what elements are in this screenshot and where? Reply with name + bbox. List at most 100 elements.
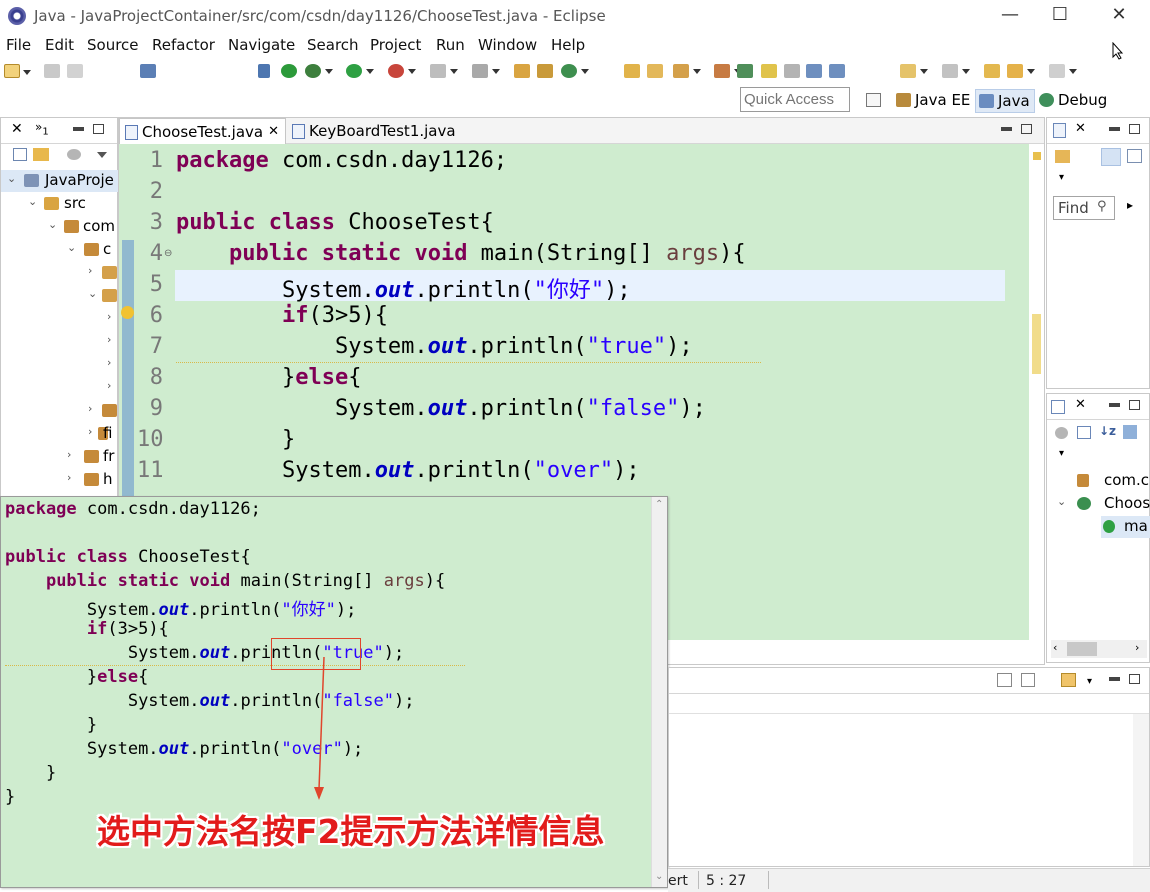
maximize-view-icon[interactable] — [1129, 124, 1140, 134]
collapse-all-icon[interactable] — [1077, 426, 1091, 439]
scroll-up-icon[interactable]: ⌃ — [655, 499, 663, 510]
tree-item-project[interactable]: ⌄ JavaProje — [1, 170, 119, 192]
tree-item[interactable]: ⌄ — [1, 285, 119, 307]
hide-non-public-icon[interactable] — [1123, 425, 1137, 439]
tree-item-package-c[interactable]: ⌄ c — [1, 239, 119, 261]
scroll-left-icon[interactable]: ‹ — [1053, 641, 1057, 654]
warning-marker-icon[interactable] — [121, 306, 134, 319]
open-task-icon[interactable] — [647, 64, 663, 78]
scrollbar-thumb[interactable] — [1032, 314, 1041, 374]
menu-navigate[interactable]: Navigate — [228, 36, 295, 54]
outline-item-package[interactable]: com.c — [1047, 470, 1150, 492]
view-filter-icon[interactable] — [67, 149, 81, 160]
tree-twisty-icon[interactable]: › — [107, 333, 111, 346]
last-edit-location-icon[interactable] — [984, 64, 1000, 78]
back-icon[interactable] — [1007, 64, 1035, 78]
view-menu-icon[interactable] — [97, 152, 107, 163]
editor-vertical-scrollbar[interactable] — [1029, 144, 1044, 640]
maximize-view-icon[interactable] — [1129, 674, 1140, 684]
save-all-icon[interactable] — [67, 64, 83, 78]
tree-item-package-fr[interactable]: › fr — [1, 446, 119, 468]
minimize-editor-icon[interactable] — [1001, 127, 1012, 131]
close-view-icon[interactable]: ✕ — [1075, 397, 1086, 412]
menu-edit[interactable]: Edit — [45, 36, 74, 54]
minimize-view-icon[interactable] — [1109, 127, 1120, 131]
tree-item-src[interactable]: ⌄ src — [1, 193, 119, 215]
tree-twisty-icon[interactable]: › — [88, 425, 92, 438]
maximize-view-icon[interactable] — [93, 124, 104, 134]
mark-occurrences-icon[interactable] — [761, 64, 777, 78]
new-package-icon[interactable] — [537, 64, 553, 78]
tree-item[interactable]: › — [1, 354, 119, 376]
popup-scrollbar[interactable]: ⌃ ⌄ — [651, 497, 667, 887]
menu-help[interactable]: Help — [551, 36, 585, 54]
minimize-view-icon[interactable] — [1109, 677, 1120, 681]
dropdown-icon[interactable]: ▾ — [1087, 676, 1092, 687]
console-scrollbar[interactable] — [1133, 714, 1149, 866]
perspective-java[interactable]: Java — [975, 89, 1035, 113]
new-task-icon[interactable] — [1055, 150, 1070, 163]
perspective-debug[interactable]: Debug — [1036, 89, 1111, 113]
outline-item-class[interactable]: ⌄ Choos — [1047, 493, 1150, 515]
menu-source[interactable]: Source — [87, 36, 139, 54]
open-perspective-icon[interactable] — [866, 93, 881, 107]
close-view-icon[interactable]: ✕ — [1075, 121, 1086, 136]
word-wrap-icon[interactable] — [806, 64, 822, 78]
menu-run[interactable]: Run — [436, 36, 465, 54]
tree-twisty-icon[interactable]: › — [67, 471, 71, 484]
close-tab-icon[interactable]: ✕ — [268, 119, 279, 145]
tree-item[interactable]: › — [1, 308, 119, 330]
tree-twisty-icon[interactable]: › — [107, 379, 111, 392]
sort-icon[interactable]: ↓z — [1099, 424, 1116, 438]
editor-tab-choosetest[interactable]: ChooseTest.java ✕ — [119, 118, 286, 144]
fold-toggle-icon[interactable]: ⊖ — [164, 248, 172, 259]
run-icon[interactable] — [346, 64, 374, 78]
find-input[interactable]: Find ⚲ — [1053, 196, 1115, 220]
new-java-project-icon[interactable] — [514, 64, 530, 78]
debug-icon[interactable] — [305, 64, 333, 78]
search-icon[interactable] — [673, 64, 701, 78]
perspective-java-ee[interactable]: Java EE — [893, 89, 974, 113]
menu-window[interactable]: Window — [478, 36, 537, 54]
run-external-tools-icon[interactable] — [388, 64, 416, 78]
pin-console-icon[interactable] — [997, 673, 1012, 687]
quick-access-input[interactable] — [740, 87, 850, 112]
collapse-all-icon[interactable] — [13, 148, 27, 161]
outline-icon[interactable] — [1051, 400, 1065, 414]
minimize-button[interactable]: — — [990, 4, 1030, 28]
tree-item[interactable]: › — [1, 331, 119, 353]
toggle-breakpoint-icon[interactable] — [258, 64, 270, 78]
forward-icon[interactable] — [1049, 64, 1077, 78]
tree-twisty-icon[interactable]: ⌄ — [67, 241, 76, 254]
overview-warning-marker[interactable] — [1033, 152, 1041, 160]
open-console-icon[interactable] — [1061, 673, 1076, 687]
chevron-right-icon[interactable]: ▸ — [1127, 198, 1133, 212]
display-console-icon[interactable] — [1021, 673, 1035, 687]
menu-project[interactable]: Project — [370, 36, 421, 54]
next-annotation-icon[interactable] — [900, 64, 928, 78]
close-view-icon[interactable]: ✕ — [11, 121, 23, 137]
tree-twisty-icon[interactable]: › — [67, 448, 71, 461]
open-type-icon[interactable] — [624, 64, 640, 78]
tree-twisty-icon[interactable]: › — [88, 264, 92, 277]
skip-breakpoints-icon[interactable] — [281, 64, 297, 78]
link-with-editor-icon[interactable] — [33, 148, 49, 161]
view-menu-icon[interactable]: ▾ — [1059, 172, 1064, 183]
tree-twisty-icon[interactable]: › — [107, 310, 111, 323]
annotation-icon[interactable] — [714, 64, 742, 78]
tree-twisty-icon[interactable]: ⌄ — [1057, 495, 1066, 508]
show-whitespace-chars-icon[interactable] — [829, 64, 845, 78]
tree-item[interactable]: › — [1, 377, 119, 399]
more-views-icon[interactable]: »1 — [35, 120, 49, 137]
scroll-down-icon[interactable]: ⌄ — [655, 871, 663, 882]
tree-item-package-h[interactable]: › h — [1, 469, 119, 491]
new-icon[interactable] — [4, 64, 31, 78]
tree-item[interactable]: › — [1, 400, 119, 422]
close-button[interactable]: ✕ — [1099, 4, 1139, 28]
hide-fields-icon[interactable] — [1055, 427, 1068, 439]
outline-item-method[interactable]: ma — [1101, 516, 1150, 538]
minimize-view-icon[interactable] — [73, 127, 84, 131]
editor-tab-keyboardtest1[interactable]: KeyBoardTest1.java — [287, 118, 477, 144]
save-icon[interactable] — [44, 64, 60, 78]
menu-refactor[interactable]: Refactor — [152, 36, 215, 54]
